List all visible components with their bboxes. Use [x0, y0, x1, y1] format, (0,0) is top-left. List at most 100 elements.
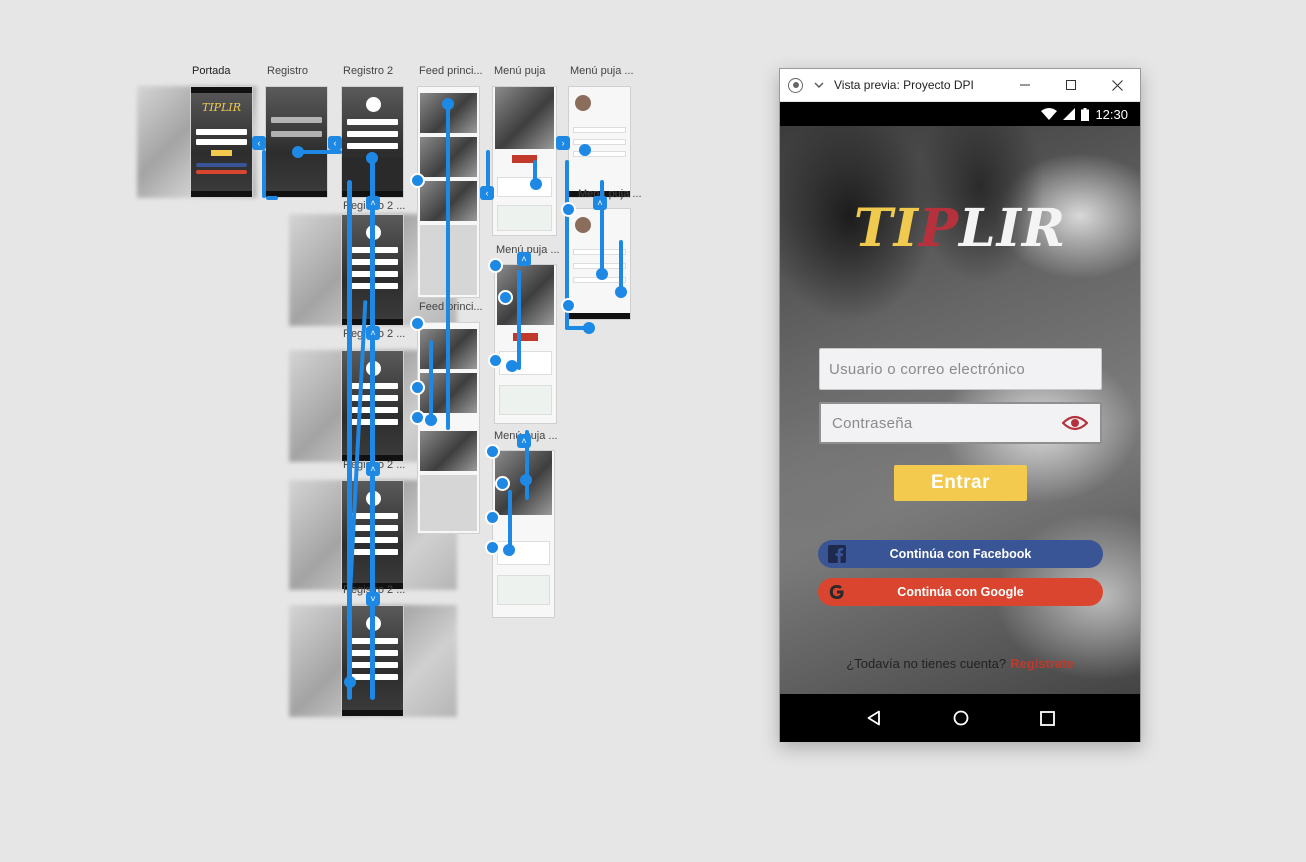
window-title: Vista previa: Proyecto DPI	[834, 78, 974, 92]
artboard-label-portada[interactable]: Portada	[192, 65, 231, 77]
hotspot-pin-icon[interactable]	[410, 316, 425, 331]
logo-part-1: TI	[853, 198, 919, 259]
link-node-icon[interactable]: ˄	[366, 462, 380, 476]
hotspot-pin-icon[interactable]	[561, 202, 576, 217]
google-login-button[interactable]: Continúa con Google	[818, 578, 1103, 606]
link-wire[interactable]	[600, 180, 604, 276]
artboard-registro[interactable]	[265, 86, 328, 198]
close-icon	[1111, 79, 1123, 91]
login-button[interactable]: Entrar	[894, 465, 1027, 501]
hotspot-pin-icon[interactable]	[488, 353, 503, 368]
link-dot[interactable]	[292, 146, 304, 158]
mini-map	[498, 385, 553, 415]
mini-avatar	[575, 217, 591, 233]
link-wire[interactable]	[486, 150, 490, 190]
link-node-icon[interactable]: ‹	[480, 186, 494, 200]
link-wire[interactable]	[262, 150, 266, 198]
link-dot[interactable]	[615, 286, 627, 298]
nav-bar	[569, 313, 630, 319]
link-wire[interactable]	[429, 340, 433, 420]
window-titlebar[interactable]: Vista previa: Proyecto DPI	[780, 69, 1140, 102]
status-bar: 12:30	[780, 102, 1140, 126]
google-label: Continúa con Google	[897, 585, 1024, 599]
link-wire[interactable]	[517, 270, 521, 370]
link-dot[interactable]	[583, 322, 595, 334]
link-node-icon[interactable]: ˅	[366, 592, 380, 606]
hotspot-pin-icon[interactable]	[561, 298, 576, 313]
link-wire[interactable]	[370, 160, 375, 700]
mini-avatar	[366, 97, 381, 112]
hotspot-pin-icon[interactable]	[485, 444, 500, 459]
link-wire[interactable]	[266, 196, 278, 200]
artboard-menu-puja-b[interactable]	[494, 264, 557, 424]
record-icon[interactable]	[788, 77, 803, 93]
link-node-icon[interactable]: ‹	[252, 136, 266, 150]
show-password-icon[interactable]	[1062, 414, 1088, 432]
link-node-icon[interactable]: ˄	[593, 196, 607, 210]
artboard-label-registro[interactable]: Registro	[267, 65, 308, 77]
hotspot-pin-icon[interactable]	[495, 476, 510, 491]
signal-icon	[1063, 108, 1076, 120]
hotspot-pin-icon[interactable]	[410, 173, 425, 188]
back-icon[interactable]	[866, 710, 882, 726]
link-wire[interactable]	[446, 100, 450, 430]
link-dot[interactable]	[442, 98, 454, 110]
minimize-button[interactable]	[1002, 69, 1048, 102]
link-wire[interactable]	[300, 150, 342, 154]
mini-avatar	[575, 95, 591, 111]
artboard-label-feed[interactable]: Feed princi...	[419, 65, 483, 77]
artboard-label-menu-puja[interactable]: Menú puja	[494, 65, 545, 77]
mini-photo	[494, 87, 555, 149]
link-dot[interactable]	[596, 268, 608, 280]
hotspot-pin-icon[interactable]	[485, 540, 500, 555]
link-dot[interactable]	[366, 152, 378, 164]
link-dot[interactable]	[579, 144, 591, 156]
app-logo: TIPLIR	[780, 198, 1140, 259]
artboard-label-registro-2[interactable]: Registro 2	[343, 65, 393, 77]
nav-bar	[191, 191, 252, 197]
hotspot-pin-icon[interactable]	[410, 380, 425, 395]
artboard-label-menu-puja-d[interactable]: Menú puja ...	[578, 188, 642, 200]
password-field[interactable]	[819, 402, 1102, 444]
username-input[interactable]	[829, 360, 1101, 378]
link-dot[interactable]	[503, 544, 515, 556]
artboard-portada[interactable]: TIPLIR	[190, 86, 253, 198]
signup-link[interactable]: Regístrate	[1010, 656, 1074, 671]
link-node-icon[interactable]: ˄	[366, 196, 380, 210]
nav-bar	[342, 710, 403, 716]
hotspot-pin-icon[interactable]	[485, 510, 500, 525]
link-node-icon[interactable]: ˄	[366, 326, 380, 340]
artboard-label-menu-puja-2[interactable]: Menú puja ...	[570, 65, 634, 77]
mini-field	[346, 119, 399, 125]
link-node-icon[interactable]: ‹	[328, 136, 342, 150]
artboard-canvas[interactable]: Portada Registro Registro 2 Feed princi.…	[0, 0, 760, 862]
hotspot-pin-icon[interactable]	[498, 290, 513, 305]
preview-window[interactable]: Vista previa: Proyecto DPI 12:30 TIPLIR	[779, 68, 1141, 742]
link-dot[interactable]	[530, 178, 542, 190]
hotspot-pin-icon[interactable]	[410, 410, 425, 425]
close-button[interactable]	[1094, 69, 1140, 102]
hotspot-pin-icon[interactable]	[488, 258, 503, 273]
phone-screen[interactable]: 12:30 TIPLIR Entrar	[780, 102, 1140, 742]
link-dot[interactable]	[425, 414, 437, 426]
facebook-icon	[828, 545, 846, 563]
link-node-icon[interactable]: ›	[556, 136, 570, 150]
link-node-icon[interactable]: ˄	[517, 252, 531, 266]
link-node-icon[interactable]: ˄	[517, 434, 531, 448]
username-field[interactable]	[819, 348, 1102, 390]
mini-field	[195, 129, 248, 135]
mini-google	[195, 170, 248, 174]
link-dot[interactable]	[520, 474, 532, 486]
link-dot[interactable]	[344, 676, 356, 688]
link-wire[interactable]	[347, 180, 352, 700]
artboard-label-feed-b[interactable]: Feed princi...	[419, 301, 483, 313]
maximize-button[interactable]	[1048, 69, 1094, 102]
recents-icon[interactable]	[1039, 710, 1055, 726]
minimize-icon	[1020, 84, 1030, 86]
facebook-login-button[interactable]: Continúa con Facebook	[818, 540, 1103, 568]
chevron-down-icon[interactable]	[812, 78, 826, 92]
password-input[interactable]	[832, 414, 1100, 432]
home-icon[interactable]	[953, 710, 969, 726]
artboard-menu-puja[interactable]	[492, 86, 557, 236]
link-dot[interactable]	[506, 360, 518, 372]
